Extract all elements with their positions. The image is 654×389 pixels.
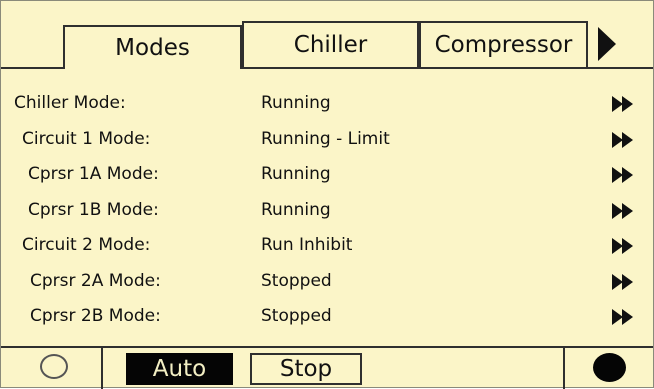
mode-value: Running - Limit [261,128,390,149]
mode-value: Running [261,93,331,113]
mode-value: Stopped [261,306,332,326]
double-right-arrow-icon[interactable] [612,202,638,221]
mode-value: Running [261,164,331,184]
tab-chiller-label: Chiller [293,32,368,58]
mode-label: Circuit 2 Mode: [22,235,151,255]
tab-compressor-label: Compressor [434,32,573,58]
mode-value: Run Inhibit [261,235,353,255]
next-tab-arrow-icon[interactable] [598,27,616,61]
mode-row-cprsr-2b[interactable]: Cprsr 2B Mode: Stopped [1,300,653,336]
tab-bar: Modes Chiller Compressor [1,1,653,69]
tab-divider-left [1,67,63,69]
double-right-arrow-icon[interactable] [612,96,638,114]
mode-label: Chiller Mode: [14,93,126,113]
mode-label: Cprsr 2B Mode: [30,306,161,326]
double-right-arrow-icon[interactable] [612,309,638,327]
mode-value: Stopped [261,270,332,291]
softkey-divider [563,348,565,389]
chiller-controller-screen: Modes Chiller Compressor Chiller Mode: R… [0,0,654,389]
auto-button[interactable]: Auto [126,353,233,385]
double-right-arrow-icon[interactable] [612,273,638,292]
mode-row-chiller[interactable]: Chiller Mode: Running [1,87,653,123]
mode-label: Cprsr 2A Mode: [30,270,161,291]
hollow-circle-icon[interactable] [40,354,68,379]
mode-row-cprsr-1b[interactable]: Cprsr 1B Mode: Running [1,194,653,230]
softkey-divider [101,348,103,389]
tab-modes-label: Modes [115,35,190,61]
tab-chiller[interactable]: Chiller [242,21,419,67]
tab-compressor[interactable]: Compressor [419,21,588,67]
double-right-arrow-icon[interactable] [612,167,638,185]
mode-row-cprsr-1a[interactable]: Cprsr 1A Mode: Running [1,158,653,194]
double-right-arrow-icon[interactable] [612,131,638,150]
filled-circle-icon[interactable] [593,353,626,382]
auto-button-label: Auto [152,356,207,382]
mode-label: Cprsr 1A Mode: [28,164,159,184]
tab-modes[interactable]: Modes [63,25,242,69]
stop-button-label: Stop [279,356,333,382]
mode-value: Running [261,199,331,220]
mode-row-cprsr-2a[interactable]: Cprsr 2A Mode: Stopped [1,265,653,301]
mode-list: Chiller Mode: Running Circuit 1 Mode: Ru… [1,87,653,336]
mode-label: Circuit 1 Mode: [22,128,151,149]
tab-divider-right [242,67,653,69]
stop-button[interactable]: Stop [250,353,362,385]
mode-row-circuit-2[interactable]: Circuit 2 Mode: Run Inhibit [1,229,653,265]
double-right-arrow-icon[interactable] [612,238,638,256]
softkey-bar: Auto Stop [1,346,653,389]
mode-row-circuit-1[interactable]: Circuit 1 Mode: Running - Limit [1,123,653,159]
mode-label: Cprsr 1B Mode: [28,199,159,220]
